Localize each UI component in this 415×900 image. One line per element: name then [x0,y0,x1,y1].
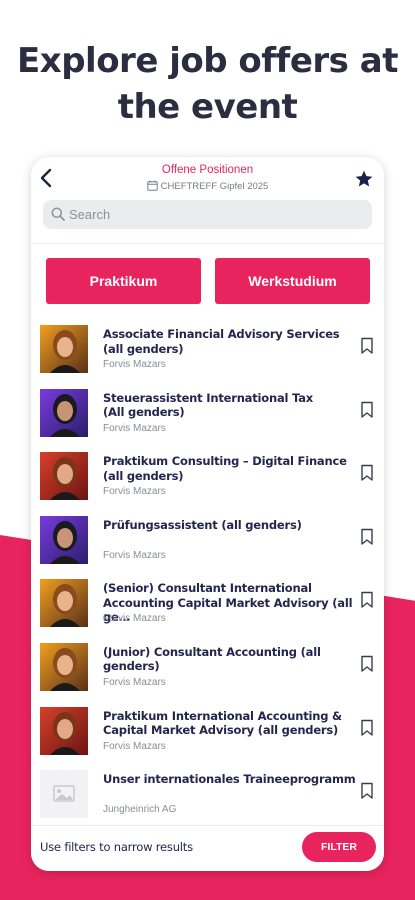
star-icon[interactable] [354,169,374,189]
bookmark-icon[interactable] [360,528,374,546]
company-name: Jungheinrich AG [103,804,177,816]
job-row[interactable]: Associate Financial Advisory Services (a… [31,319,384,383]
job-title: Steuerassistent International Tax (All g… [103,390,314,420]
search-input[interactable] [69,200,359,229]
woman-portrait-red-image [40,706,88,755]
search-bar[interactable] [43,200,372,229]
image-placeholder-icon [53,785,75,802]
event-subtitle: CHEFTREFF Gipfel 2025 [31,180,384,192]
job-title: Prüfungsassistent (all genders) [103,517,302,532]
company-name: Forvis Mazars [103,740,166,752]
bookmark-icon[interactable] [360,655,374,673]
job-thumbnail [40,706,88,755]
bookmark-icon[interactable] [360,401,374,419]
man-portrait-image [40,388,88,437]
job-row[interactable]: Unser internationales Traineeprogramm Jun… [31,764,384,828]
woman-portrait-image [40,579,88,628]
job-thumbnail [40,388,88,437]
calendar-icon [146,180,158,191]
woman-portrait-image [40,642,88,691]
headline: Explore job offers at the event [17,41,398,127]
bookmark-icon[interactable] [360,782,374,800]
job-list: Associate Financial Advisory Services (a… [31,319,384,828]
man-portrait-image [40,515,88,564]
job-row[interactable]: Praktikum Consulting – Digital Finance (… [31,446,384,510]
filter-hint: Use filters to narrow results [40,840,193,854]
company-name: Forvis Mazars [103,549,166,561]
page-title: Offene Positionen [161,164,254,176]
job-row[interactable]: Prüfungsassistent (all genders) Forvis Ma… [31,510,384,574]
bookmark-icon[interactable] [360,337,374,355]
bookmark-icon[interactable] [360,464,374,482]
bookmark-icon[interactable] [360,719,374,737]
job-row[interactable]: (Junior) Consultant Accounting (all gend… [31,637,384,701]
filter-button[interactable]: FILTER [302,832,376,862]
event-name: CHEFTREFF Gipfel 2025 [160,181,269,192]
woman-portrait-image [40,325,88,373]
praktikum-button[interactable]: Praktikum [46,258,201,304]
job-title: Unser internationales Traineeprogramm [103,772,356,787]
job-thumbnail [40,642,88,691]
search-icon [51,207,65,221]
job-title: Associate Financial Advisory Services (a… [103,327,340,356]
job-thumbnail [40,325,88,373]
company-name: Forvis Mazars [103,359,166,370]
job-title: (Junior) Consultant Accounting (all gend… [103,644,321,674]
werkstudium-button[interactable]: Werkstudium [215,258,370,304]
company-name: Forvis Mazars [103,422,166,434]
woman-portrait-red-image [40,452,88,501]
job-title: Praktikum International Accounting & Cap… [103,708,342,738]
job-row[interactable]: (Senior) Consultant International Accoun… [31,573,384,637]
phone-screen: Offene Positionen CHEFTREFF Gipfel 2025 … [31,157,384,871]
company-name: Forvis Mazars [103,613,166,625]
job-thumbnail [40,579,88,628]
divider [31,243,384,244]
job-title: Praktikum Consulting – Digital Finance (… [103,454,347,483]
company-name: Forvis Mazars [103,676,166,688]
company-name: Forvis Mazars [103,486,166,498]
job-thumbnail [40,770,88,819]
job-thumbnail [40,515,88,564]
job-thumbnail [40,452,88,501]
bookmark-icon[interactable] [360,591,374,609]
job-row[interactable]: Steuerassistent International Tax (All g… [31,383,384,447]
footer-bar: Use filters to narrow results FILTER [31,825,384,871]
job-row[interactable]: Praktikum International Accounting & Cap… [31,701,384,765]
top-bar: Offene Positionen CHEFTREFF Gipfel 2025 [31,157,384,197]
